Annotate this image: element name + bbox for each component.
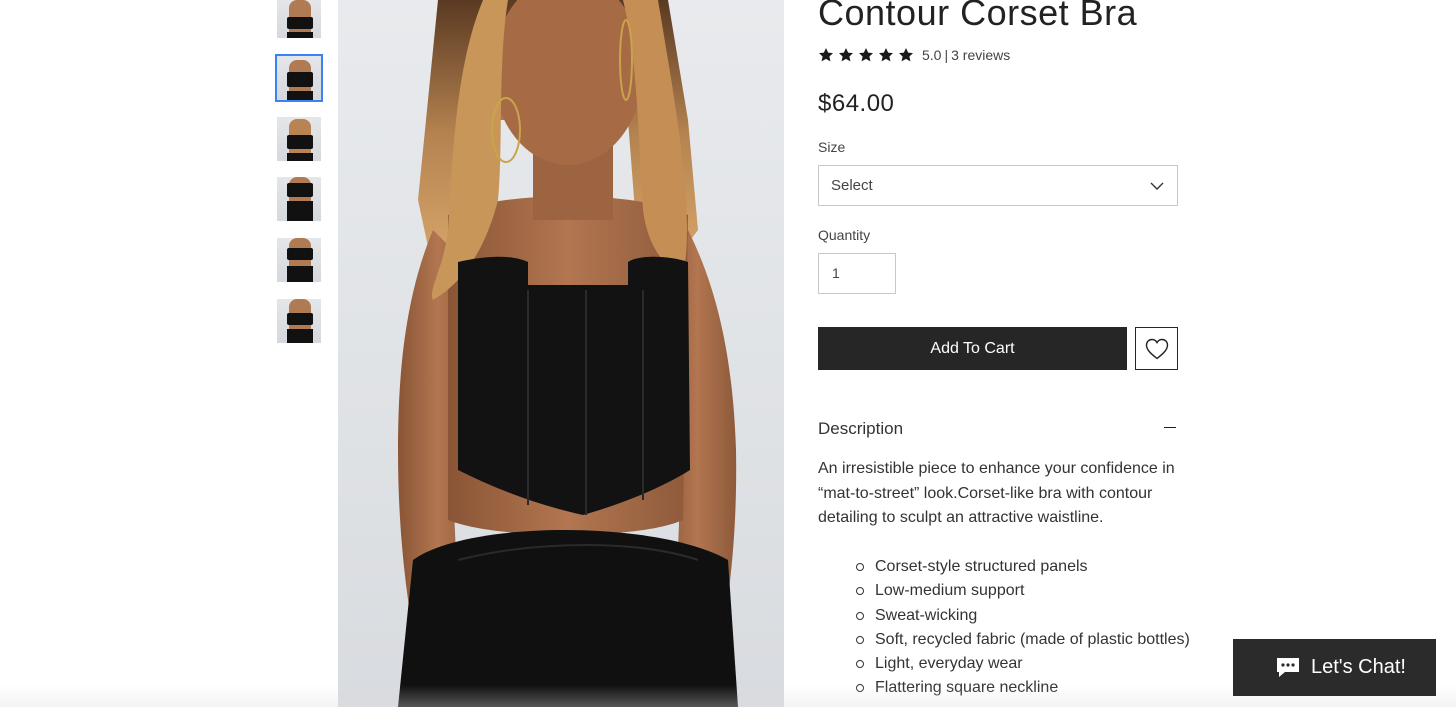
star-icon <box>879 48 893 62</box>
description-title: Description <box>818 419 904 438</box>
description-text: An irresistible piece to enhance your co… <box>818 460 1175 526</box>
product-price: $64.00 <box>818 90 895 117</box>
thumbnail-1[interactable] <box>277 0 321 38</box>
thumbnail-3[interactable] <box>277 117 321 161</box>
chat-widget-button[interactable]: Let's Chat! <box>1233 639 1436 696</box>
list-item: Sweat-wicking <box>856 604 1186 628</box>
minus-icon <box>1164 426 1176 428</box>
feature-list: Corset-style structured panels Low-mediu… <box>856 555 1190 701</box>
wishlist-button[interactable] <box>1135 327 1178 370</box>
size-label: Size <box>818 139 846 155</box>
product-rating[interactable]: 5.0 | 3 reviews <box>818 46 1010 64</box>
size-select-value: Select <box>831 177 873 194</box>
list-item: Soft, recycled fabric (made of plastic b… <box>856 628 1190 652</box>
list-item: Corset-style structured panels <box>856 555 1186 579</box>
quantity-label: Quantity <box>818 227 871 243</box>
product-photo-illustration <box>398 0 738 707</box>
thumbnail-4[interactable] <box>277 177 321 221</box>
star-icon <box>839 48 853 62</box>
review-count[interactable]: 3 reviews <box>951 47 1010 63</box>
list-item: Low-medium support <box>856 579 1186 603</box>
chevron-down-icon <box>1150 182 1164 190</box>
quantity-input[interactable]: 1 <box>818 253 896 294</box>
rating-score: 5.0 <box>922 47 942 63</box>
product-title: Contour Corset Bra <box>818 0 1138 33</box>
star-icon <box>819 48 833 62</box>
star-rating <box>818 47 914 63</box>
main-product-image[interactable] <box>338 0 784 707</box>
star-icon <box>899 48 913 62</box>
chat-label: Let's Chat! <box>1311 656 1406 678</box>
list-item: Flattering square neckline <box>856 676 1186 700</box>
heart-icon <box>1145 338 1168 359</box>
thumbnail-6[interactable] <box>277 299 321 343</box>
thumbnail-2[interactable] <box>275 54 323 102</box>
rating-summary[interactable]: 5.0 | 3 reviews <box>922 47 1010 63</box>
description-toggle[interactable]: Description <box>818 418 1178 440</box>
star-icon <box>859 48 873 62</box>
size-select[interactable]: Select <box>818 165 1178 206</box>
chat-bubble-icon <box>1277 658 1299 677</box>
thumbnail-5[interactable] <box>277 238 321 282</box>
add-to-cart-button[interactable]: Add To Cart <box>818 327 1127 370</box>
rating-separator: | <box>944 47 949 63</box>
list-item: Light, everyday wear <box>856 652 1186 676</box>
